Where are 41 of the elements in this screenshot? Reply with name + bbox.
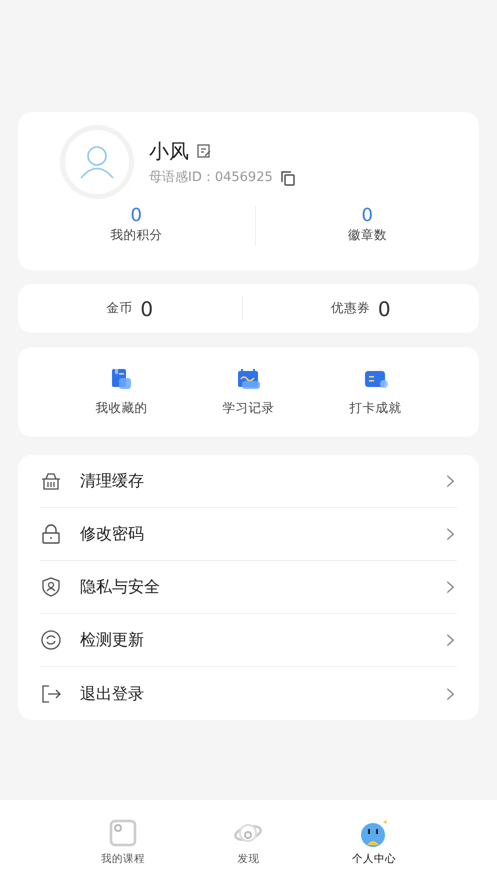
tab[interactable]: 我的课程 bbox=[72, 818, 173, 883]
menu-item[interactable]: 隐私与安全 › bbox=[40, 561, 457, 614]
chevron-icon: › bbox=[445, 572, 457, 602]
edit-icon[interactable] bbox=[197, 144, 211, 158]
menu-item[interactable]: 清理缓存 › bbox=[40, 455, 457, 508]
menu-item[interactable]: 检测更新 › bbox=[40, 614, 457, 667]
course-icon bbox=[108, 818, 138, 848]
wallet-value[interactable]: 0 bbox=[140, 294, 154, 324]
stat-label: 我的积分 bbox=[110, 226, 162, 244]
wallet-label: 优惠券 bbox=[330, 299, 370, 318]
shortcut-item[interactable]: 学习记录 bbox=[185, 366, 312, 418]
wallet-label: 金币 bbox=[106, 299, 132, 318]
copy-icon[interactable] bbox=[280, 170, 295, 186]
user-icon bbox=[78, 145, 116, 179]
mascot-icon bbox=[359, 818, 390, 848]
menu-label: 清理缓存 bbox=[80, 470, 145, 492]
shortcut-item[interactable]: 我收藏的 bbox=[58, 366, 185, 418]
menu-item[interactable]: 修改密码 › bbox=[40, 508, 457, 561]
chevron-icon: › bbox=[445, 625, 457, 655]
tab[interactable]: 发现 bbox=[198, 818, 298, 883]
refresh-icon bbox=[40, 629, 62, 651]
wallet-value[interactable]: 0 bbox=[378, 294, 391, 324]
menu-label: 退出登录 bbox=[80, 682, 145, 704]
chevron-icon: › bbox=[445, 519, 457, 549]
calendar-icon bbox=[236, 366, 262, 391]
chevron-icon: › bbox=[445, 678, 457, 708]
tab[interactable]: 个人中心 bbox=[324, 818, 424, 883]
stat-value[interactable]: 0 bbox=[130, 206, 142, 226]
user-name: 小风 bbox=[149, 138, 189, 166]
menu-label: 修改密码 bbox=[80, 523, 145, 545]
chevron-icon: › bbox=[445, 466, 457, 496]
logout-icon bbox=[40, 682, 62, 704]
stat-label: 徽章数 bbox=[348, 226, 387, 244]
shortcut-item[interactable]: 打卡成就 bbox=[312, 366, 439, 418]
shield-icon bbox=[40, 576, 62, 598]
user-id: 母语感ID：0456925 bbox=[149, 169, 273, 188]
menu-label: 检测更新 bbox=[80, 629, 145, 651]
menu-label: 隐私与安全 bbox=[80, 576, 161, 598]
lock-icon bbox=[40, 523, 62, 545]
stat-value[interactable]: 0 bbox=[362, 206, 373, 226]
menu-item[interactable]: 退出登录 › bbox=[40, 667, 457, 720]
